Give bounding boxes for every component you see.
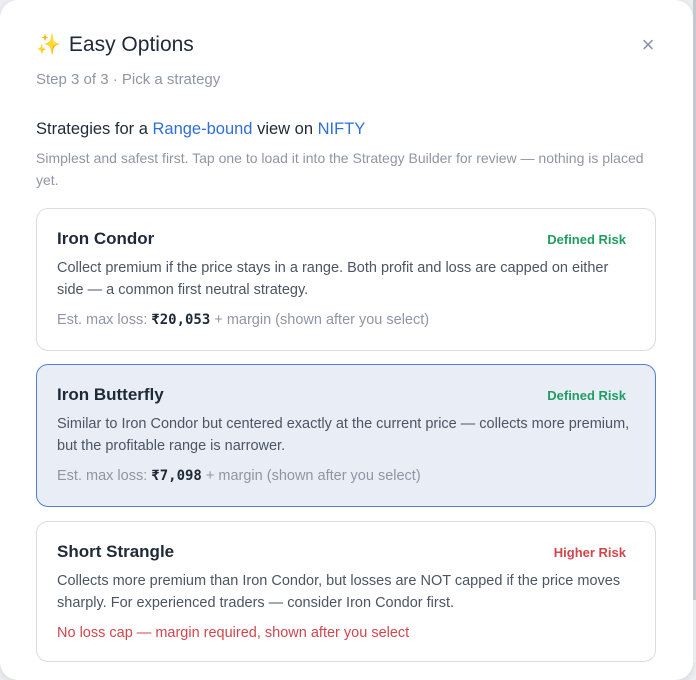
strategy-name: Iron Condor bbox=[57, 229, 155, 248]
max-loss-suffix: + margin (shown after you select) bbox=[201, 468, 421, 484]
modal-title: Easy Options bbox=[68, 33, 194, 56]
strategy-card-iron-butterfly[interactable]: Iron Butterfly Defined Risk Similar to I… bbox=[36, 364, 656, 507]
max-loss-label: Est. max loss: bbox=[57, 312, 152, 328]
modal-header: ✨ Easy Options bbox=[36, 33, 194, 57]
close-icon[interactable]: × bbox=[638, 34, 658, 56]
max-loss-amount: ₹20,053 bbox=[151, 312, 211, 328]
symbol-name: NIFTY bbox=[317, 120, 366, 138]
sparkles-icon: ✨ bbox=[36, 34, 61, 56]
strategy-description: Similar to Iron Condor but centered exac… bbox=[57, 416, 630, 454]
risk-badge: Defined Risk bbox=[547, 388, 626, 403]
max-loss-amount: ₹7,098 bbox=[151, 468, 202, 484]
risk-badge: Higher Risk bbox=[553, 545, 626, 560]
strategy-card-iron-condor[interactable]: Iron Condor Defined Risk Collect premium… bbox=[36, 208, 656, 351]
strategy-description: Collect premium if the price stays in a … bbox=[57, 260, 609, 298]
heading-prefix: Strategies for a bbox=[36, 120, 153, 138]
max-loss-line: Est. max loss: ₹20,053 + margin (shown a… bbox=[57, 312, 429, 328]
risk-badge: Defined Risk bbox=[547, 232, 626, 247]
step-indicator: Step 3 of 3 · Pick a strategy bbox=[36, 71, 221, 88]
strategy-name: Iron Butterfly bbox=[57, 385, 164, 404]
strategies-subtitle: Simplest and safest first. Tap one to lo… bbox=[36, 150, 644, 188]
market-view: Range-bound bbox=[152, 120, 253, 138]
strategy-description: Collects more premium than Iron Condor, … bbox=[57, 573, 621, 611]
strategies-heading: Strategies for a Range-bound view on NIF… bbox=[36, 120, 365, 139]
heading-middle: view on bbox=[252, 120, 318, 138]
no-loss-cap-warning: No loss cap — margin required, shown aft… bbox=[57, 625, 410, 641]
max-loss-suffix: + margin (shown after you select) bbox=[210, 312, 430, 328]
strategy-card-short-strangle[interactable]: Short Strangle Higher Risk Collects more… bbox=[36, 521, 656, 662]
strategy-name: Short Strangle bbox=[57, 542, 175, 561]
max-loss-label: Est. max loss: bbox=[57, 468, 152, 484]
easy-options-modal: ✨ Easy Options × Step 3 of 3 · Pick a st… bbox=[0, 0, 693, 680]
max-loss-line: Est. max loss: ₹7,098 + margin (shown af… bbox=[57, 468, 421, 484]
